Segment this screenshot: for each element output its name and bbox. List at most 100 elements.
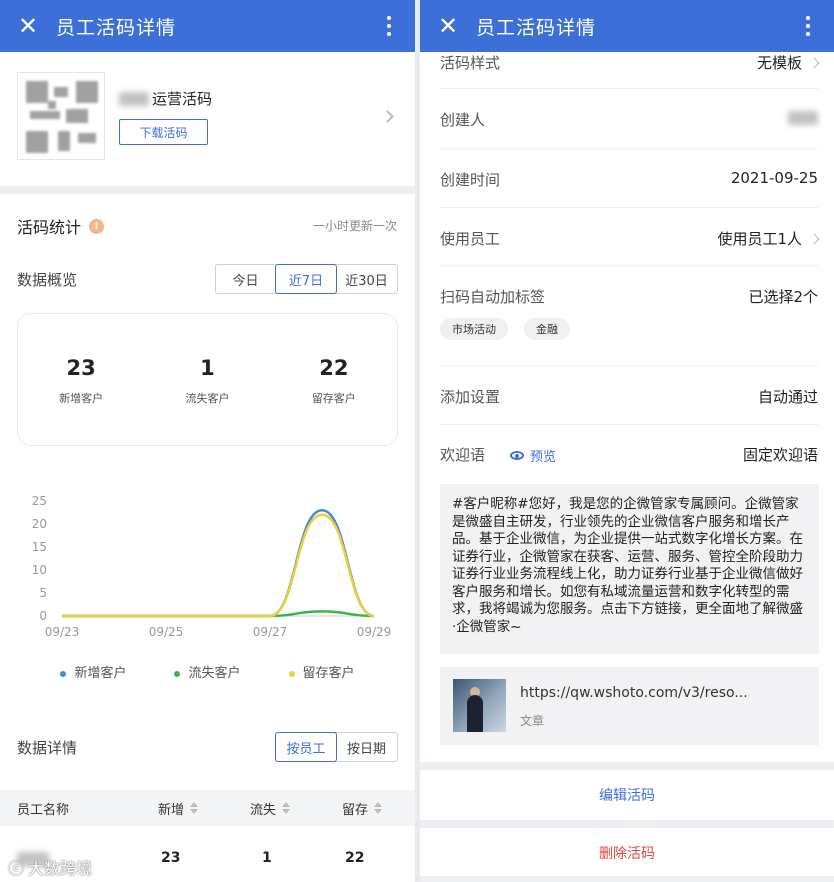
row-creator: 创建人 <box>440 89 818 149</box>
left-panel: ✕ 员工活码详情 运营活码 下载活码 活码统计 ! 一小时更新一次 数据概览 今… <box>0 0 415 882</box>
watermark-text: 大数跨境 <box>28 859 93 878</box>
tab-by-staff[interactable]: 按员工 <box>275 732 337 762</box>
metric-new-value: 23 <box>66 356 96 380</box>
row-label: 欢迎语 <box>440 446 486 464</box>
preview-label: 预览 <box>530 450 557 465</box>
col-new[interactable]: 新增 <box>158 790 199 826</box>
welcome-message: #客户昵称#您好，我是您的企微管家专属顾问。企微管家是微盛自主研发，行业领先的企… <box>440 484 819 654</box>
article-thumbnail <box>453 679 506 732</box>
y-tick-label: 20 <box>32 517 47 531</box>
series-line-新增客户 <box>62 508 375 618</box>
divider <box>420 876 834 882</box>
legend-item-lost[interactable]: 流失客户 <box>174 662 241 681</box>
top-bar: ✕ 员工活码详情 <box>420 0 834 52</box>
col-label: 流失 <box>250 802 277 818</box>
close-icon[interactable]: ✕ <box>420 12 476 40</box>
trend-chart: 0 5 10 15 20 25 09/23 09/25 09/27 09/29 <box>32 494 392 639</box>
detail-label: 数据详情 <box>17 739 78 757</box>
legend-item-kept[interactable]: 留存客户 <box>288 662 355 681</box>
chevron-right-icon <box>808 56 820 69</box>
y-tick-label: 15 <box>32 540 47 554</box>
range-30d[interactable]: 近30日 <box>336 265 397 293</box>
detail-tabs: 按员工 按日期 <box>275 732 398 762</box>
stats-title: 活码统计 ! <box>17 214 105 238</box>
row-welcome: 欢迎语 预览 固定欢迎语 <box>440 425 818 475</box>
x-tick-label: 09/25 <box>149 625 184 639</box>
col-kept[interactable]: 留存 <box>342 790 383 826</box>
delete-code-button[interactable]: 删除活码 <box>420 830 834 876</box>
col-label: 新增 <box>158 802 185 818</box>
stats-title-text: 活码统计 <box>17 218 82 237</box>
range-selector: 今日 近7日 近30日 <box>215 264 398 294</box>
top-bar: ✕ 员工活码详情 <box>0 0 415 52</box>
row-value: 2021-09-25 <box>730 169 818 187</box>
row-created-time: 创建时间 2021-09-25 <box>440 149 818 208</box>
tag-chip: 市场活动 <box>440 318 508 340</box>
row-value: 无模板 <box>756 54 802 72</box>
legend-label: 留存客户 <box>302 666 355 681</box>
row-value: 使用员工1人 <box>717 230 802 248</box>
col-lost[interactable]: 流失 <box>250 790 291 826</box>
tab-by-date[interactable]: 按日期 <box>336 733 397 761</box>
close-icon[interactable]: ✕ <box>0 12 56 40</box>
tag-chip: 金融 <box>524 318 570 340</box>
row-label: 扫码自动加标签 <box>440 288 546 306</box>
preview-button[interactable]: 预览 <box>510 446 556 465</box>
edit-code-button[interactable]: 编辑活码 <box>420 772 834 818</box>
code-name: 运营活码 <box>119 88 212 109</box>
more-icon[interactable] <box>782 16 834 36</box>
blurred-text <box>119 91 149 106</box>
more-icon[interactable] <box>363 16 415 36</box>
legend-label: 新增客户 <box>74 666 127 681</box>
row-auto-tag[interactable]: 扫码自动加标签 已选择2个 <box>440 266 818 366</box>
col-staff-name: 员工名称 <box>17 790 69 826</box>
row-label: 使用员工 <box>440 230 501 248</box>
code-card[interactable]: 运营活码 下载活码 <box>0 52 415 186</box>
link-card[interactable]: https://qw.wshoto.com/v3/reso... 文章 <box>440 667 819 745</box>
page-title: 员工活码详情 <box>476 16 597 39</box>
metrics-card: 23 新增客户 1 流失客户 22 留存客户 <box>17 313 398 446</box>
y-tick-label: 25 <box>32 494 47 508</box>
x-tick-label: 09/29 <box>357 625 392 639</box>
x-tick-label: 09/27 <box>253 625 288 639</box>
y-tick-label: 0 <box>39 609 47 623</box>
row-new: 23 <box>161 850 181 866</box>
sort-icon[interactable] <box>282 802 291 814</box>
chevron-right-icon <box>808 232 820 245</box>
right-panel: ✕ 员工活码详情 活码样式 无模板 创建人 创建时间 2021-09-25 使用… <box>420 0 834 882</box>
range-7d[interactable]: 近7日 <box>275 264 337 294</box>
y-tick-label: 10 <box>32 563 47 577</box>
row-lost: 1 <box>262 850 272 866</box>
metric-new-label: 新增客户 <box>59 392 104 405</box>
metric-new: 23 新增客户 <box>18 314 144 445</box>
table-header: 员工名称 新增 流失 留存 <box>0 790 415 826</box>
overview-label: 数据概览 <box>17 271 78 289</box>
metric-lost-label: 流失客户 <box>185 392 230 405</box>
watermark: ⓒ 大数跨境 <box>8 855 92 879</box>
sort-icon[interactable] <box>190 802 199 814</box>
eye-icon <box>510 451 524 460</box>
series-line-留存客户 <box>62 513 375 618</box>
metric-kept-value: 22 <box>319 356 349 380</box>
metric-kept-label: 留存客户 <box>311 392 356 405</box>
row-kept: 22 <box>345 850 365 866</box>
legend-item-new[interactable]: 新增客户 <box>60 662 126 681</box>
row-add-setting[interactable]: 添加设置 自动通过 <box>440 366 818 425</box>
download-code-button[interactable]: 下载活码 <box>119 119 208 145</box>
info-icon[interactable]: ! <box>89 218 105 234</box>
row-value: 固定欢迎语 <box>742 446 818 464</box>
divider <box>420 820 834 828</box>
row-label: 活码样式 <box>440 54 501 72</box>
row-staff[interactable]: 使用员工 使用员工1人 <box>440 208 820 266</box>
col-label: 留存 <box>342 802 369 818</box>
metric-lost-value: 1 <box>200 356 215 380</box>
sort-icon[interactable] <box>374 802 383 814</box>
watermark-logo-icon: ⓒ <box>8 859 25 878</box>
range-today[interactable]: 今日 <box>216 265 276 293</box>
qr-code-image <box>17 72 105 160</box>
chart-legend: 新增客户 流失客户 留存客户 <box>0 662 415 681</box>
legend-label: 流失客户 <box>188 666 241 681</box>
row-value: 自动通过 <box>757 388 818 406</box>
y-tick-label: 5 <box>39 586 47 600</box>
row-value: 已选择2个 <box>748 288 818 306</box>
